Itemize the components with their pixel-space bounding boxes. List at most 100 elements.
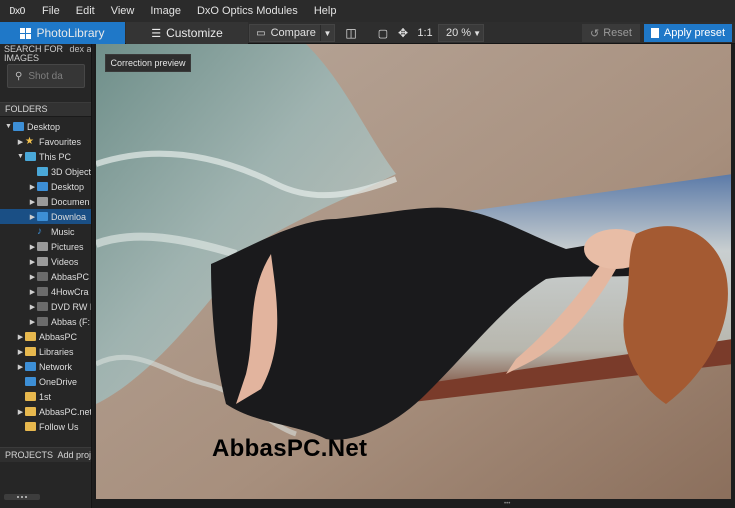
- compare-button[interactable]: ▭ Compare ▼: [249, 24, 335, 42]
- expand-right-icon[interactable]: ▶: [28, 198, 37, 206]
- beach-photo: [96, 44, 733, 499]
- expand-right-icon[interactable]: ▶: [28, 303, 37, 311]
- expand-right-icon[interactable]: ▶: [16, 348, 25, 356]
- split-view-button[interactable]: ◫: [340, 24, 362, 42]
- folder-tree-label: 4HowCra: [51, 286, 89, 297]
- menu-image[interactable]: Image: [142, 0, 189, 22]
- filmstrip-grip-icon[interactable]: •••: [504, 501, 510, 507]
- folder-tree-item[interactable]: ▶ 4HowCra: [0, 284, 91, 299]
- projects-section[interactable]: PROJECTS Add proje: [0, 447, 91, 462]
- folder-tree-item[interactable]: ▶ Abbas (F:: [0, 314, 91, 329]
- move-button[interactable]: ✥: [394, 24, 412, 42]
- search-header-line2: IMAGES: [4, 53, 40, 63]
- split-view-icon: ◫: [345, 26, 357, 40]
- sliders-icon: ☰: [151, 27, 162, 40]
- drive-icon: [37, 287, 48, 296]
- folder-icon: [25, 392, 36, 401]
- folder-tree-item[interactable]: ▶ Network: [0, 359, 91, 374]
- folder-tree-label: Documen: [51, 196, 90, 207]
- folder-tree-label: Desktop: [27, 121, 61, 132]
- folder-tree-item[interactable]: OneDrive: [0, 374, 91, 389]
- expand-down-icon[interactable]: ▼: [4, 123, 13, 130]
- folder-tree-label: Libraries: [39, 346, 74, 357]
- folder-tree-label: 3D Object: [51, 166, 92, 177]
- downloads-icon: [37, 212, 48, 221]
- folder-tree-item[interactable]: 3D Object: [0, 164, 92, 179]
- sidebar-scroll-handle[interactable]: [4, 494, 40, 500]
- star-icon: ★: [25, 136, 34, 147]
- menu-bar: DxO File Edit View Image DxO Optics Modu…: [0, 0, 735, 22]
- menu-view[interactable]: View: [103, 0, 143, 22]
- folder-icon: [25, 407, 36, 416]
- folder-tree-label: Abbas (F:: [51, 316, 91, 327]
- folder-tree-item[interactable]: ▶ AbbasPC: [0, 269, 91, 284]
- tab-photolibrary[interactable]: PhotoLibrary: [0, 22, 125, 44]
- expand-right-icon[interactable]: ▶: [28, 213, 37, 221]
- main-toolbar: PhotoLibrary ☰ Customize ▭ Compare ▼ ◫ ▢…: [0, 22, 735, 44]
- expand-right-icon[interactable]: ▶: [28, 318, 37, 326]
- viewer-scrollbar[interactable]: [731, 44, 735, 499]
- network-icon: [25, 362, 36, 371]
- search-index-hint[interactable]: dex a fo: [70, 44, 91, 54]
- tab-photolibrary-label: PhotoLibrary: [36, 26, 105, 40]
- search-input[interactable]: ⚲ Shot da: [7, 64, 85, 88]
- reset-button[interactable]: ↺ Reset: [582, 24, 640, 42]
- folder-tree-item[interactable]: ♪ Music: [0, 224, 91, 239]
- folder-tree-label: 1st: [39, 391, 52, 402]
- fit-screen-icon: ▢: [377, 27, 389, 40]
- folder-tree-item[interactable]: ▶ DVD RW D: [0, 299, 91, 314]
- folder-tree-label: Favourites: [39, 136, 82, 147]
- tab-customize[interactable]: ☰ Customize: [126, 22, 248, 44]
- folder-tree-item[interactable]: ▶ ★ Favourites: [0, 134, 91, 149]
- expand-right-icon[interactable]: ▶: [28, 258, 37, 266]
- fit-to-screen-button[interactable]: ▢: [374, 24, 392, 42]
- viewer-bottom-bar: •••: [94, 499, 735, 508]
- expand-right-icon[interactable]: ▶: [28, 273, 37, 281]
- folder-tree-label: Videos: [51, 256, 79, 267]
- compare-icon: ▭: [256, 27, 266, 39]
- menu-help[interactable]: Help: [306, 0, 345, 22]
- folder-tree-label: Music: [51, 226, 75, 237]
- folder-tree-item[interactable]: ▶ Pictures: [0, 239, 91, 254]
- expand-right-icon[interactable]: ▶: [28, 288, 37, 296]
- menu-edit[interactable]: Edit: [68, 0, 103, 22]
- expand-down-icon[interactable]: ▼: [16, 153, 25, 160]
- expand-right-icon[interactable]: ▶: [16, 363, 25, 371]
- folder-tree-item[interactable]: ▶ Documen: [0, 194, 91, 209]
- one-to-one-button[interactable]: 1:1: [414, 24, 436, 42]
- folder-tree-item[interactable]: ▶ AbbasPC.net: [0, 404, 91, 419]
- folders-section-title[interactable]: FOLDERS: [0, 102, 91, 117]
- folder-tree-item[interactable]: ▶ Downloa: [0, 209, 91, 224]
- compare-dropdown-icon[interactable]: ▼: [320, 25, 334, 41]
- add-project-link[interactable]: Add proje: [58, 450, 91, 460]
- folder-tree-item[interactable]: ▶ AbbasPC: [0, 329, 91, 344]
- expand-right-icon[interactable]: ▶: [28, 183, 37, 191]
- folder-tree-label: Downloa: [51, 211, 87, 222]
- expand-right-icon[interactable]: ▶: [16, 138, 25, 146]
- app-logo: DxO: [9, 5, 25, 17]
- folder-tree-item[interactable]: Follow Us: [0, 419, 91, 434]
- compare-label: Compare: [270, 27, 316, 39]
- tab-customize-label: Customize: [166, 26, 223, 40]
- menu-file[interactable]: File: [34, 0, 68, 22]
- folder-tree-label: Desktop: [51, 181, 85, 192]
- menu-dxo-optics-modules[interactable]: DxO Optics Modules: [189, 0, 306, 22]
- preview-image[interactable]: [96, 44, 733, 499]
- zoom-select[interactable]: 20 % ▼: [438, 24, 484, 42]
- folder-tree-item[interactable]: ▶ Desktop: [0, 179, 91, 194]
- apply-preset-button[interactable]: Apply preset: [644, 24, 732, 42]
- expand-right-icon[interactable]: ▶: [28, 243, 37, 251]
- folder-tree-item[interactable]: ▶ Libraries: [0, 344, 91, 359]
- folder-tree-item[interactable]: ▼ This PC: [0, 149, 91, 164]
- folder-tree-item[interactable]: 1st: [0, 389, 91, 404]
- image-viewer[interactable]: Correction preview AbbasPC.Net: [94, 44, 735, 508]
- watermark-text: AbbasPC.Net: [212, 435, 368, 462]
- folder-tree-label: AbbasPC: [39, 331, 78, 342]
- drive-icon: [37, 272, 48, 281]
- expand-right-icon[interactable]: ▶: [16, 408, 25, 416]
- folder-tree-item[interactable]: ▶ Videos: [0, 254, 91, 269]
- expand-right-icon[interactable]: ▶: [16, 333, 25, 341]
- move-icon: ✥: [397, 26, 409, 40]
- folder-tree: ▼ Desktop ▶ ★ Favourites ▼ This PC 3D Object ▶ De…: [0, 119, 92, 434]
- folder-tree-item[interactable]: ▼ Desktop: [0, 119, 91, 134]
